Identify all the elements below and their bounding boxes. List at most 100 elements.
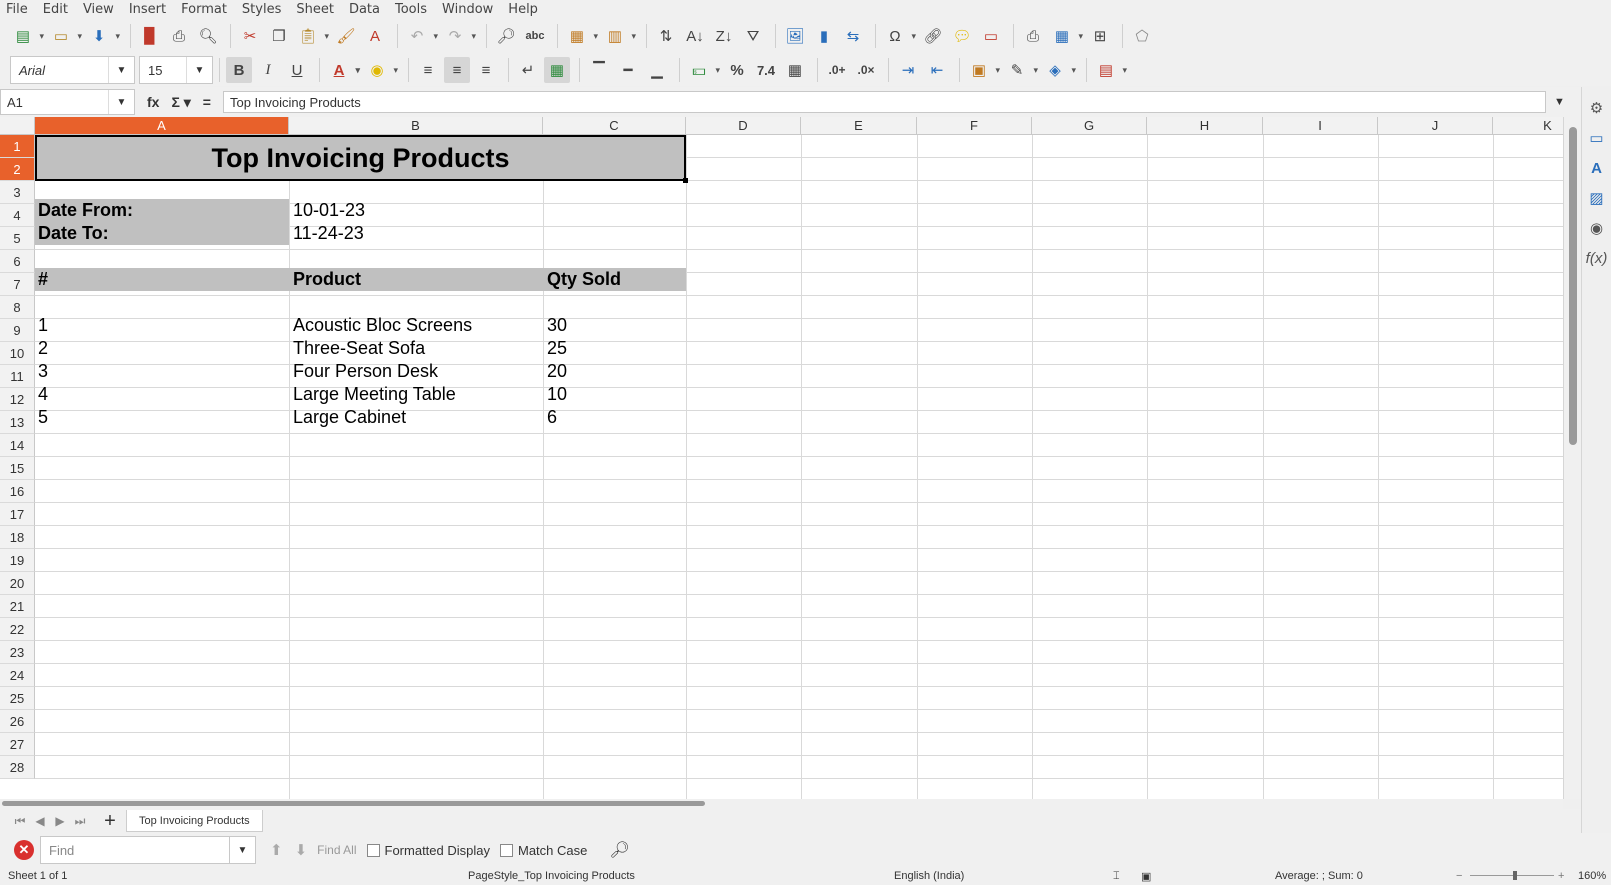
selection-mode-icon[interactable]: ⌶ <box>1113 870 1120 883</box>
define-print-area-icon[interactable]: ⎙ <box>1020 23 1046 49</box>
print-icon[interactable]: ⎙ <box>166 23 192 49</box>
menu-window[interactable]: Window <box>442 2 493 17</box>
find-replace-icon[interactable]: 🔎︎ <box>609 840 629 860</box>
paste-icon[interactable]: 📋︎ <box>295 23 329 49</box>
vertical-scrollbar[interactable] <box>1563 117 1581 799</box>
export-pdf-icon[interactable]: ▉ <box>137 23 163 49</box>
row-header[interactable]: 6 <box>0 250 35 273</box>
menu-data[interactable]: Data <box>349 2 380 17</box>
expand-formula-icon[interactable]: ▼ <box>1554 96 1565 108</box>
font-name-box[interactable]: Arial ▼ <box>10 56 135 84</box>
properties-icon[interactable]: ▭ <box>1585 126 1609 150</box>
print-preview-icon[interactable]: 🔍︎ <box>195 23 221 49</box>
row-header[interactable]: 22 <box>0 618 35 641</box>
headers-footers-icon[interactable]: ▭ <box>978 23 1004 49</box>
column-header-e[interactable]: E <box>801 117 917 135</box>
column-header-g[interactable]: G <box>1032 117 1147 135</box>
align-right-icon[interactable]: ≡ <box>473 57 499 83</box>
merge-center-icon[interactable]: ▦ <box>544 57 570 83</box>
date-from-value[interactable]: 10-01-23 <box>290 199 543 222</box>
header-product[interactable]: Product <box>289 268 543 291</box>
sort-descending-icon[interactable]: Z↓ <box>711 23 737 49</box>
row-header[interactable]: 14 <box>0 434 35 457</box>
align-middle-icon[interactable]: ━ <box>615 57 641 83</box>
vertical-scroll-thumb[interactable] <box>1569 127 1577 445</box>
row-header[interactable]: 17 <box>0 503 35 526</box>
percent-format-icon[interactable]: % <box>724 57 750 83</box>
horizontal-scrollbar[interactable] <box>0 799 1563 809</box>
autofilter-icon[interactable]: ⛛ <box>740 23 766 49</box>
undo-icon[interactable]: ↶ <box>404 23 438 49</box>
hyperlink-icon[interactable]: 🔗︎ <box>920 23 946 49</box>
zoom-slider[interactable] <box>1470 875 1554 876</box>
row-header[interactable]: 2 <box>0 158 35 181</box>
find-input[interactable]: Find <box>40 836 230 864</box>
fill-handle[interactable] <box>683 178 688 183</box>
gallery-icon[interactable]: ▨ <box>1585 186 1609 210</box>
sort-ascending-icon[interactable]: A↓ <box>682 23 708 49</box>
item-num[interactable]: 1 <box>35 314 289 337</box>
add-decimal-icon[interactable]: .0+ <box>824 57 850 83</box>
align-top-icon[interactable]: ▔ <box>586 57 612 83</box>
font-color-icon[interactable]: A <box>326 57 360 83</box>
decrease-indent-icon[interactable]: ⇤ <box>924 57 950 83</box>
number-format-icon[interactable]: 7.4 <box>753 57 779 83</box>
menu-tools[interactable]: Tools <box>395 2 427 17</box>
row-header[interactable]: 18 <box>0 526 35 549</box>
column-header-j[interactable]: J <box>1378 117 1493 135</box>
zoom-slider-handle[interactable] <box>1513 871 1517 880</box>
row-header[interactable]: 7 <box>0 273 35 296</box>
menu-format[interactable]: Format <box>181 2 227 17</box>
next-sheet-icon[interactable]: ▶ <box>50 811 70 831</box>
name-box[interactable]: A1 ▼ <box>0 89 135 115</box>
row-header[interactable]: 1 <box>0 135 35 158</box>
row-header[interactable]: 5 <box>0 227 35 250</box>
insert-image-icon[interactable]: 🖼︎ <box>782 23 808 49</box>
column-header-d[interactable]: D <box>686 117 801 135</box>
date-from-label[interactable]: Date From: <box>35 199 289 222</box>
item-qty[interactable]: 25 <box>544 337 686 360</box>
bold-icon[interactable]: B <box>226 57 252 83</box>
spreadsheet-grid[interactable]: A B C D E F G H I J K 1 2 3 4 5 6 7 8 9 10 11 12 13 1… <box>0 117 1563 799</box>
copy-icon[interactable]: ❐ <box>266 23 292 49</box>
date-to-label[interactable]: Date To: <box>35 222 289 245</box>
close-find-icon[interactable]: ✕ <box>14 840 34 860</box>
underline-icon[interactable]: U <box>284 57 310 83</box>
horizontal-scroll-thumb[interactable] <box>2 801 705 806</box>
menu-styles[interactable]: Styles <box>242 2 281 17</box>
item-qty[interactable]: 20 <box>544 360 686 383</box>
sum-display[interactable]: Average: ; Sum: 0 <box>1275 870 1363 882</box>
font-size-box[interactable]: 15 ▼ <box>139 56 213 84</box>
item-product[interactable]: Acoustic Bloc Screens <box>290 314 543 337</box>
new-icon[interactable]: ▤ <box>10 23 44 49</box>
zoom-out-icon[interactable]: − <box>1456 870 1462 882</box>
styles-icon[interactable]: A <box>1585 156 1609 180</box>
row-header[interactable]: 24 <box>0 664 35 687</box>
sidebar-settings-icon[interactable]: ⚙ <box>1585 96 1609 120</box>
align-left-icon[interactable]: ≡ <box>415 57 441 83</box>
sort-icon[interactable]: ⇅ <box>653 23 679 49</box>
zoom-in-icon[interactable]: + <box>1558 870 1564 882</box>
item-qty[interactable]: 30 <box>544 314 686 337</box>
menu-sheet[interactable]: Sheet <box>296 2 334 17</box>
column-icon[interactable]: ▥ <box>602 23 636 49</box>
item-num[interactable]: 2 <box>35 337 289 360</box>
item-qty[interactable]: 6 <box>544 406 686 429</box>
italic-icon[interactable]: I <box>255 57 281 83</box>
item-product[interactable]: Large Meeting Table <box>290 383 543 406</box>
column-header-k[interactable]: K <box>1493 117 1563 135</box>
row-header[interactable]: 16 <box>0 480 35 503</box>
column-header-b[interactable]: B <box>289 117 543 135</box>
row-header[interactable]: 10 <box>0 342 35 365</box>
row-header[interactable]: 23 <box>0 641 35 664</box>
open-icon[interactable]: ▭ <box>48 23 82 49</box>
split-window-icon[interactable]: ⊞ <box>1087 23 1113 49</box>
row-header[interactable]: 12 <box>0 388 35 411</box>
find-replace-icon[interactable]: 🔎︎ <box>493 23 519 49</box>
previous-sheet-icon[interactable]: ◀ <box>30 811 50 831</box>
function-wizard-icon[interactable]: fx <box>147 94 159 110</box>
find-all-button[interactable]: Find All <box>317 843 356 857</box>
clone-formatting-icon[interactable]: 🖌︎ <box>333 23 359 49</box>
row-icon[interactable]: ▦ <box>564 23 598 49</box>
menu-file[interactable]: File <box>6 2 28 17</box>
